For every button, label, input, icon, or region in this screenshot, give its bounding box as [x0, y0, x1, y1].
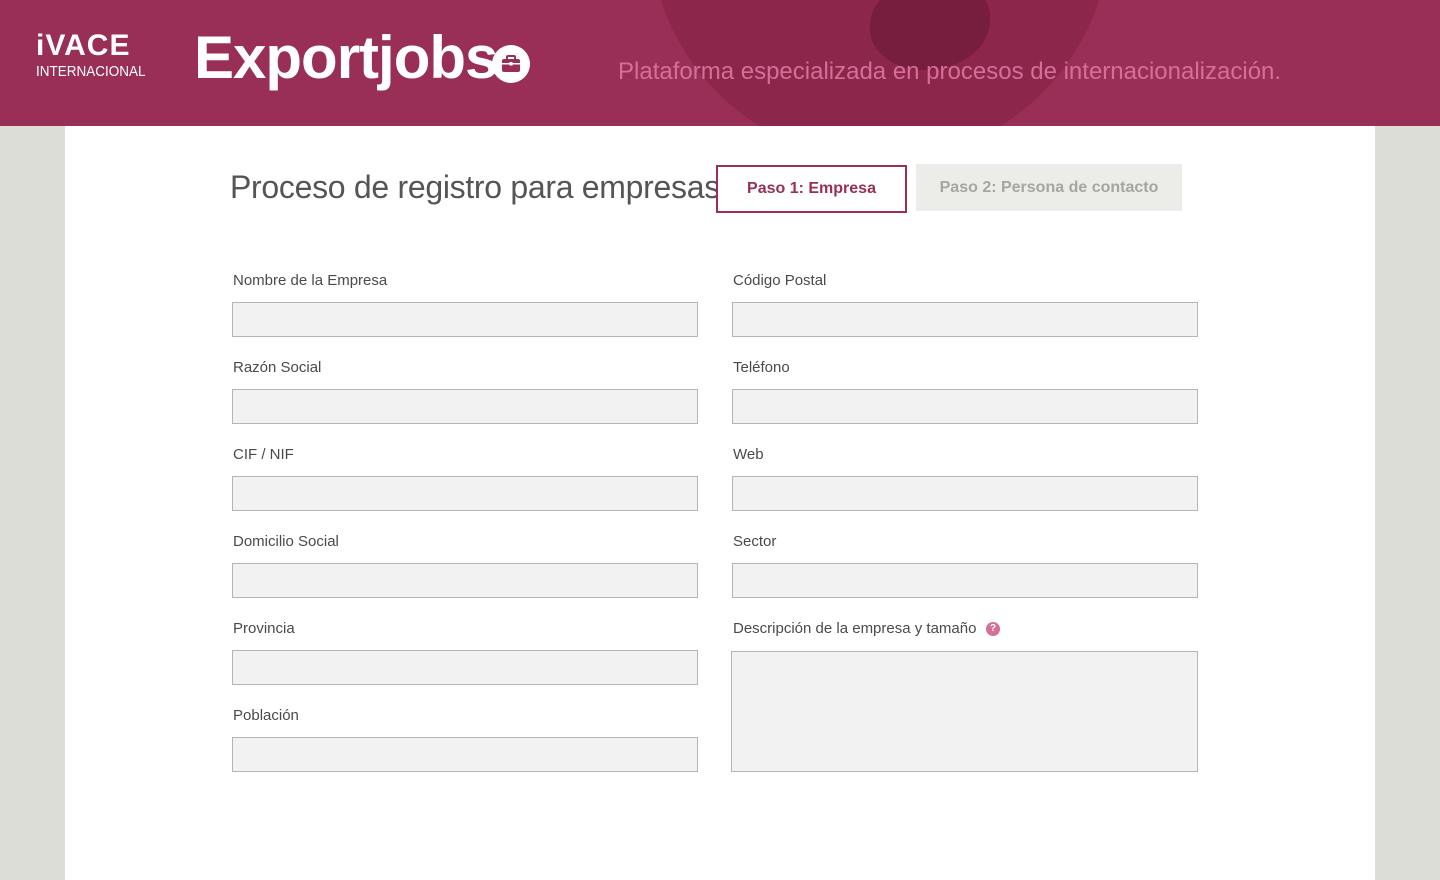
- postal-code-input[interactable]: [732, 302, 1198, 337]
- description-textarea[interactable]: [731, 651, 1198, 772]
- site-header: iVACE INTERNACIONAL Exportjobs Plataform…: [0, 0, 1440, 126]
- business-name-input[interactable]: [232, 389, 698, 424]
- company-name-input[interactable]: [232, 302, 698, 337]
- briefcase-icon: [492, 45, 530, 83]
- sector-input[interactable]: [732, 563, 1198, 598]
- registered-address-input[interactable]: [232, 563, 698, 598]
- ivace-logo[interactable]: iVACE INTERNACIONAL: [36, 30, 158, 82]
- company-name-label: Nombre de la Empresa: [233, 272, 388, 289]
- registered-address-label: Domicilio Social: [233, 533, 339, 550]
- town-input[interactable]: [232, 737, 698, 772]
- tax-id-input[interactable]: [232, 476, 698, 511]
- description-label: Descripción de la empresa y tamaño: [733, 620, 977, 637]
- town-label: Población: [233, 707, 299, 724]
- province-label: Provincia: [233, 620, 295, 637]
- logo-subtitle: INTERNACIONAL: [36, 63, 146, 80]
- web-label: Web: [733, 446, 764, 463]
- phone-label: Teléfono: [733, 359, 790, 376]
- phone-input[interactable]: [732, 389, 1198, 424]
- brand-title[interactable]: Exportjobs: [194, 22, 498, 94]
- logo-wordmark: iVACE: [36, 29, 131, 62]
- question-mark-icon[interactable]: ?: [986, 622, 1000, 636]
- page-title: Proceso de registro para empresas: [230, 169, 720, 205]
- step-1-tab[interactable]: Paso 1: Empresa: [716, 165, 907, 213]
- step-2-tab[interactable]: Paso 2: Persona de contacto: [916, 164, 1182, 211]
- postal-code-label: Código Postal: [733, 272, 827, 289]
- province-input[interactable]: [232, 650, 698, 685]
- web-input[interactable]: [732, 476, 1198, 511]
- sector-label: Sector: [733, 533, 777, 550]
- business-name-label: Razón Social: [233, 359, 322, 376]
- tax-id-label: CIF / NIF: [233, 446, 294, 463]
- tagline: Plataforma especializada en procesos de …: [618, 58, 1282, 85]
